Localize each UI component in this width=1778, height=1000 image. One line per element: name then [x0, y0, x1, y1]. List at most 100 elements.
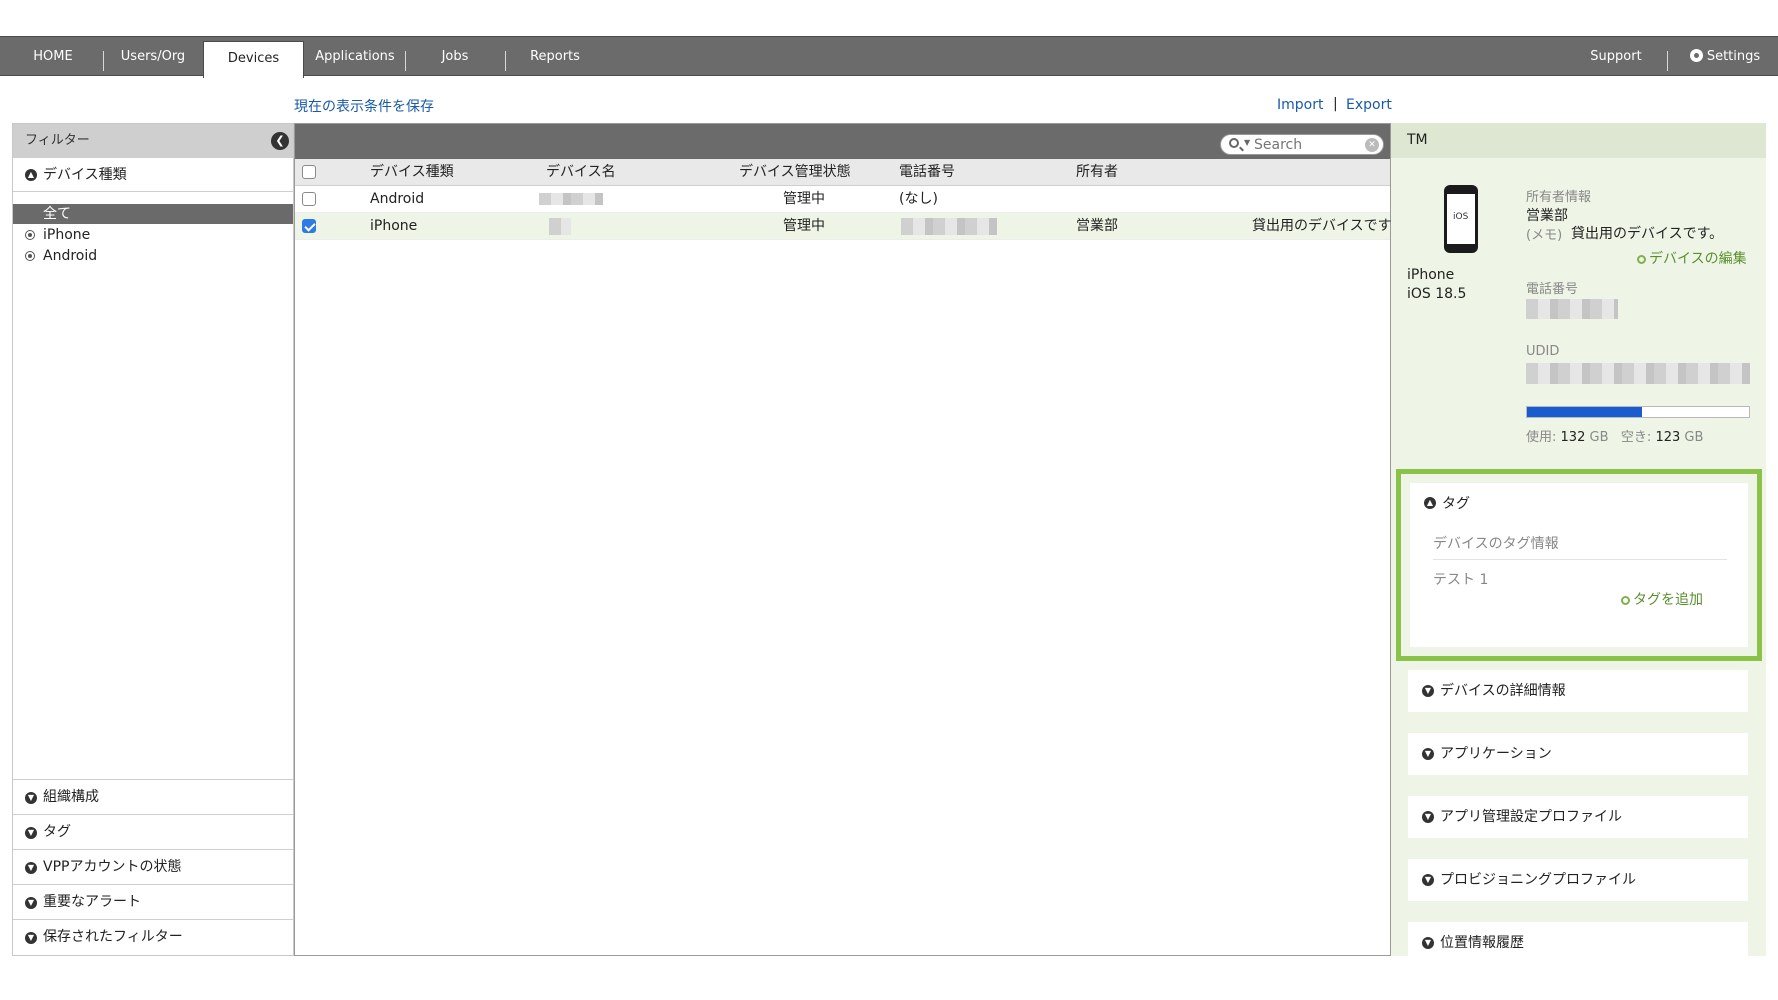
phone-number-label: 電話番号 — [1526, 282, 1579, 297]
chevron-down-icon: ▼ — [1422, 685, 1434, 697]
filter-option-label: iPhone — [43, 227, 91, 243]
search-input[interactable] — [1254, 136, 1354, 153]
filter-panel: フィルター ❮ ▲ デバイス種類 全て iPhone Android ▼ 組織構成… — [12, 123, 294, 956]
nav-separator — [103, 51, 104, 71]
filter-section-alerts[interactable]: ▼ 重要なアラート — [13, 885, 293, 920]
section-label: 位置情報履歴 — [1440, 935, 1524, 951]
column-header-phone[interactable]: 電話番号 — [899, 159, 955, 186]
storage-bar-fill — [1527, 407, 1643, 417]
column-header-device-name[interactable]: デバイス名 — [546, 159, 616, 186]
add-tag-link[interactable]: タグを追加 — [1621, 589, 1703, 609]
section-location-history[interactable]: ▼ 位置情報履歴 — [1408, 922, 1748, 956]
nav-separator — [1667, 51, 1668, 71]
storage-unit: GB — [1684, 430, 1704, 445]
table-row[interactable]: iPhone 管理中 営業部 貸出用のデバイスです — [295, 213, 1392, 240]
plus-circle-icon — [1621, 596, 1630, 605]
filter-option-iphone[interactable]: iPhone — [13, 225, 293, 245]
owner-info-label: 所有者情報 — [1526, 190, 1592, 205]
row-checkbox[interactable] — [302, 219, 316, 233]
import-link[interactable]: Import — [1277, 97, 1323, 113]
chevron-down-icon: ▼ — [25, 932, 37, 944]
chevron-up-icon: ▲ — [25, 169, 37, 181]
edit-device-link[interactable]: デバイスの編集 — [1637, 248, 1747, 268]
storage-used-label: 使用: — [1526, 430, 1557, 445]
tag-section-highlight: ▲ タグ デバイスのタグ情報 テスト 1 タグを追加 — [1396, 469, 1762, 661]
section-label: アプリケーション — [1440, 746, 1552, 762]
table-header: デバイス種類 デバイス名 デバイス管理状態 電話番号 所有者 — [295, 159, 1390, 186]
nav-tab-jobs[interactable]: Jobs — [430, 37, 480, 75]
table-row[interactable]: Android 管理中 (なし) — [295, 186, 1390, 213]
export-link[interactable]: Export — [1346, 97, 1392, 113]
column-header-device-type[interactable]: デバイス種類 — [370, 159, 454, 186]
radio-icon — [25, 230, 35, 240]
select-all-checkbox[interactable] — [302, 165, 316, 179]
collapse-panel-button[interactable]: ❮ — [271, 132, 289, 150]
device-name-redacted — [539, 193, 603, 205]
phone-redacted — [901, 218, 997, 235]
storage-unit: GB — [1589, 430, 1609, 445]
cell-memo: 貸出用のデバイスです — [1252, 218, 1392, 234]
filter-option-label: Android — [43, 248, 98, 264]
nav-tab-devices[interactable]: Devices — [203, 41, 304, 78]
filter-section-saved[interactable]: ▼ 保存されたフィルター — [13, 920, 293, 955]
nav-tab-users-org[interactable]: Users/Org — [114, 37, 192, 75]
column-header-status[interactable]: デバイス管理状態 — [739, 159, 851, 186]
chevron-down-icon: ▼ — [1422, 811, 1434, 823]
save-view-link[interactable]: 現在の表示条件を保存 — [294, 96, 434, 116]
row-checkbox[interactable] — [302, 192, 316, 206]
nav-tab-applications[interactable]: Applications — [313, 37, 397, 75]
clear-search-icon[interactable]: ✕ — [1365, 138, 1379, 152]
memo-value: 貸出用のデバイスです。 — [1571, 226, 1724, 242]
filter-section-organization[interactable]: ▼ 組織構成 — [13, 780, 293, 815]
filter-section-label: VPPアカウントの状態 — [43, 859, 182, 875]
phone-number-redacted — [1526, 299, 1618, 319]
device-model: iPhone — [1407, 267, 1455, 283]
section-applications[interactable]: ▼ アプリケーション — [1408, 733, 1748, 775]
chevron-down-icon: ▼ — [25, 792, 37, 804]
os-version: iOS 18.5 — [1407, 286, 1467, 302]
device-detail-panel: TM iOS iPhone iOS 18.5 所有者情報 営業部 (メモ) 貸出… — [1391, 123, 1766, 956]
table-toolbar: ▼ ✕ — [295, 124, 1390, 159]
section-device-details[interactable]: ▼ デバイスの詳細情報 — [1408, 670, 1748, 712]
section-label: プロビジョニングプロファイル — [1440, 872, 1636, 888]
chevron-down-icon: ▼ — [1422, 874, 1434, 886]
nav-separator — [505, 51, 506, 71]
storage-free-value: 123 — [1655, 430, 1681, 445]
nav-tab-reports[interactable]: Reports — [524, 37, 586, 75]
filter-option-android[interactable]: Android — [13, 246, 293, 266]
nav-settings-link[interactable]: Settings — [1680, 37, 1770, 75]
cell-phone: (なし) — [899, 191, 938, 207]
chevron-down-icon: ▼ — [1422, 748, 1434, 760]
cell-status: 管理中 — [783, 218, 825, 234]
filter-option-all[interactable]: 全て — [13, 204, 293, 224]
section-provisioning-profiles[interactable]: ▼ プロビジョニングプロファイル — [1408, 859, 1748, 901]
filter-section-tags[interactable]: ▼ タグ — [13, 815, 293, 850]
chevron-down-icon: ▼ — [1422, 937, 1434, 949]
filter-section-label: 重要なアラート — [43, 894, 141, 910]
filter-section-label: タグ — [43, 824, 71, 840]
nav-tab-home[interactable]: HOME — [18, 37, 88, 75]
udid-redacted — [1526, 363, 1750, 384]
chevron-down-icon: ▼ — [25, 897, 37, 909]
device-table-panel: ▼ ✕ デバイス種類 デバイス名 デバイス管理状態 電話番号 所有者 Andro… — [294, 123, 1392, 956]
tag-section-title[interactable]: タグ — [1442, 493, 1470, 513]
cell-device-type: iPhone — [370, 218, 418, 234]
nav-separator — [405, 51, 406, 71]
nav-support-link[interactable]: Support — [1585, 37, 1647, 75]
tag-section: ▲ タグ デバイスのタグ情報 テスト 1 タグを追加 — [1410, 483, 1748, 647]
storage-free-label: 空き: — [1620, 430, 1652, 445]
section-label: デバイスの詳細情報 — [1440, 683, 1566, 699]
section-app-config-profiles[interactable]: ▼ アプリ管理設定プロファイル — [1408, 796, 1748, 838]
link-separator: | — [1333, 96, 1338, 112]
nav-settings-label: Settings — [1706, 49, 1761, 64]
column-header-owner[interactable]: 所有者 — [1076, 159, 1118, 186]
device-name-redacted — [549, 218, 571, 235]
tag-item: テスト 1 — [1433, 572, 1489, 588]
filter-title: フィルター — [25, 133, 90, 148]
filter-section-device-type[interactable]: ▲ デバイス種類 — [13, 158, 293, 192]
cell-owner: 営業部 — [1076, 218, 1118, 234]
top-nav-bar: HOME Users/Org Devices Applications Jobs… — [0, 36, 1778, 78]
add-tag-label: タグを追加 — [1633, 592, 1703, 608]
search-box[interactable]: ▼ ✕ — [1220, 134, 1384, 155]
filter-section-vpp[interactable]: ▼ VPPアカウントの状態 — [13, 850, 293, 885]
